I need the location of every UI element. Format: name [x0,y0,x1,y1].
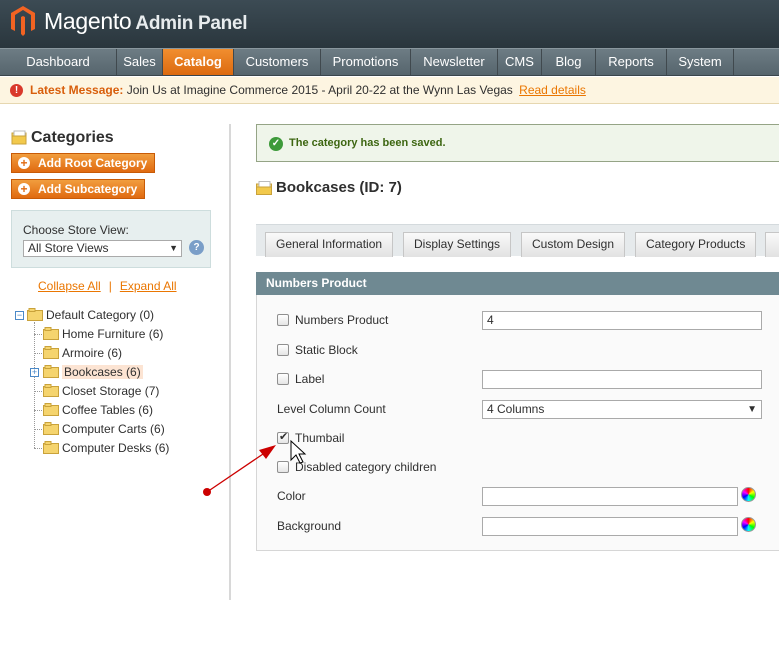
tree-controls: Collapse All | Expand All [38,279,177,293]
tree-item-closet-storage[interactable]: Closet Storage (7) [43,383,159,399]
nav-sales[interactable]: Sales [117,49,163,75]
tab-category-products[interactable]: Category Products [635,232,757,257]
tree-line [34,353,42,354]
numbers-product-input[interactable]: 4 [482,311,762,330]
nav-system[interactable]: System [667,49,734,75]
color-picker-icon[interactable] [741,487,756,502]
static-block-checkbox[interactable] [277,344,289,356]
fieldset-body [256,295,779,551]
read-details-link[interactable]: Read details [519,83,586,97]
background-input[interactable] [482,517,738,536]
check-icon: ✓ [269,137,283,151]
admin-header: Magento Admin Panel [0,0,779,48]
nav-cms[interactable]: CMS [498,49,542,75]
static-block-label: Static Block [295,343,358,357]
help-icon[interactable]: ? [189,240,204,255]
categories-folder-icon [11,130,27,145]
categories-title: Categories [31,129,114,146]
folder-icon [27,308,43,321]
store-view-label: Choose Store View: [23,223,129,237]
folder-icon [43,384,59,397]
label-input[interactable] [482,370,762,389]
message-title: Latest Message: [30,83,124,97]
tab-custom-design[interactable]: Custom Design [521,232,626,257]
tree-line [34,448,42,449]
nav-catalog[interactable]: Catalog [163,49,234,75]
nav-blog[interactable]: Blog [542,49,596,75]
tree-item-computer-carts[interactable]: Computer Carts (6) [43,421,165,437]
collapse-node-icon[interactable]: − [15,311,24,320]
folder-icon [43,346,59,359]
magento-logo-icon [11,6,35,36]
store-view-select[interactable]: All Store Views ▼ [23,240,182,257]
success-text: The category has been saved. [289,137,446,149]
tree-line [34,410,42,411]
fieldset-title: Numbers Product [256,272,779,295]
add-subcategory-button[interactable]: + Add Subcategory [11,179,145,199]
alert-icon: ! [10,84,23,97]
link-separator: | [108,279,112,293]
main-nav: Dashboard Sales Catalog Customers Promot… [0,48,779,76]
thumbail-checkbox[interactable] [277,430,289,444]
tree-item-home-furniture[interactable]: Home Furniture (6) [43,326,163,342]
tree-item-coffee-tables[interactable]: Coffee Tables (6) [43,402,153,418]
numbers-product-label: Numbers Product [295,313,389,327]
column-divider [229,124,231,600]
nav-dashboard[interactable]: Dashboard [0,49,117,75]
background-label: Background [277,519,342,533]
folder-icon [256,181,272,195]
tree-line [34,429,42,430]
color-input[interactable] [482,487,738,506]
page-title: Bookcases (ID: 7) [276,179,402,196]
plus-icon: + [18,183,30,195]
add-root-category-button[interactable]: + Add Root Category [11,153,155,173]
disabled-children-checkbox[interactable] [277,461,289,473]
success-message: ✓ The category has been saved. [256,124,779,162]
level-column-count-select[interactable]: 4 Columns ▼ [482,400,762,419]
nav-reports[interactable]: Reports [596,49,667,75]
dropdown-arrow-icon: ▼ [169,243,178,253]
tab-general-information[interactable]: General Information [265,232,394,257]
tab-display-settings[interactable]: Display Settings [403,232,512,257]
tree-line [34,391,42,392]
folder-icon [43,441,59,454]
numbers-product-checkbox[interactable] [277,314,289,326]
tree-line [34,334,42,335]
color-label: Color [277,489,306,503]
plus-icon: + [18,157,30,169]
folder-icon [43,422,59,435]
folder-icon [43,365,59,378]
message-text: Join Us at Imagine Commerce 2015 - April… [126,83,513,97]
tabs-bar: General Information Display Settings Cus… [256,224,779,257]
expand-all-link[interactable]: Expand All [120,279,177,293]
tree-item-default-category[interactable]: Default Category (0) [27,307,154,323]
tab-partial[interactable] [765,232,779,257]
label-checkbox[interactable] [277,373,289,385]
store-view-box: Choose Store View: All Store Views ▼ ? [11,210,211,268]
nav-newsletter[interactable]: Newsletter [411,49,498,75]
label-label: Label [295,372,325,386]
logo-text[interactable]: Magento Admin Panel [44,7,248,38]
color-picker-icon[interactable] [741,517,756,532]
expand-node-icon[interactable]: + [30,368,39,377]
nav-customers[interactable]: Customers [234,49,321,75]
tree-item-armoire[interactable]: Armoire (6) [43,345,122,361]
dropdown-arrow-icon: ▼ [747,404,757,415]
folder-icon [43,403,59,416]
thumbail-label: Thumbail [295,431,345,445]
tree-item-computer-desks[interactable]: Computer Desks (6) [43,440,169,456]
collapse-all-link[interactable]: Collapse All [38,279,101,293]
latest-message-bar: ! Latest Message: Join Us at Imagine Com… [0,77,779,104]
disabled-children-label: Disabled category children [295,460,437,474]
level-column-count-label: Level Column Count [277,402,386,416]
folder-icon [43,327,59,340]
nav-promotions[interactable]: Promotions [321,49,411,75]
tree-item-bookcases[interactable]: Bookcases (6) [43,364,143,380]
